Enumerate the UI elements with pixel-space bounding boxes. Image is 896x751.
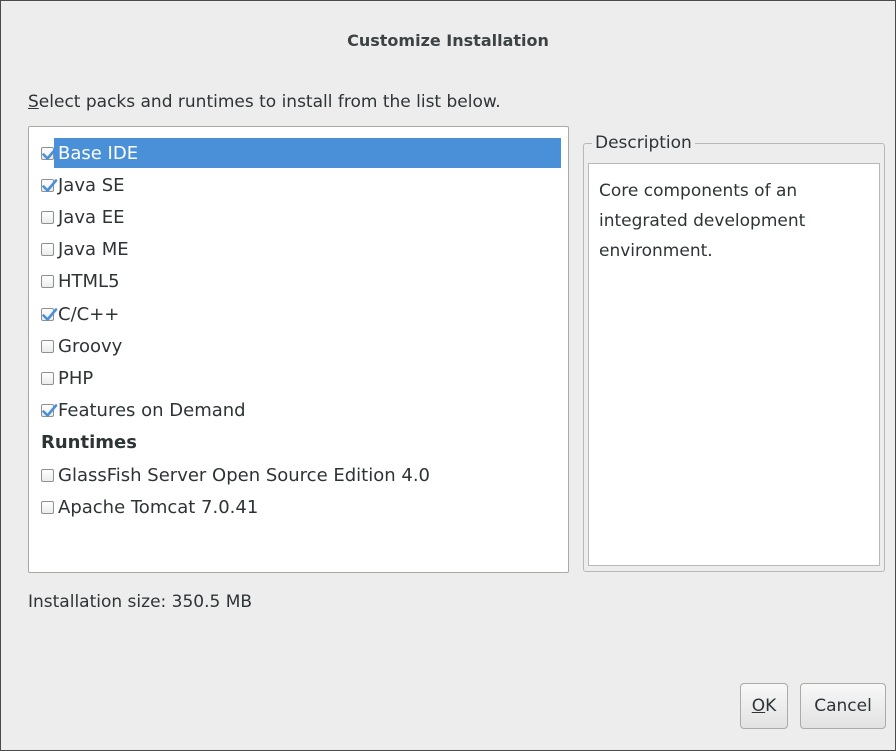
instruction-text: elect packs and runtimes to install from… <box>38 92 501 112</box>
list-item-label: Base IDE <box>58 142 139 164</box>
list-item-label-area: Java ME <box>54 235 135 265</box>
list-item-label-area: Java SE <box>54 170 131 200</box>
list-item-label: GlassFish Server Open Source Edition 4.0 <box>58 464 431 486</box>
checkmark-icon <box>42 404 58 417</box>
list-item-label: C/C++ <box>58 303 120 325</box>
list-item[interactable]: PHP <box>41 363 99 393</box>
list-item-label: PHP <box>58 367 94 389</box>
checkbox[interactable] <box>41 275 54 289</box>
list-item[interactable]: C/C++ <box>41 299 125 329</box>
list-item[interactable]: Java SE <box>41 170 131 200</box>
checkmark-icon <box>42 307 58 321</box>
checkbox[interactable] <box>41 404 58 418</box>
description-legend: Description <box>592 133 695 153</box>
list-item[interactable]: HTML5 <box>41 267 126 297</box>
list-item[interactable]: Java ME <box>41 235 135 265</box>
list-item-label: Java SE <box>58 174 125 196</box>
description-text: Core components of an integrated develop… <box>599 181 806 261</box>
dialog-title: Customize Installation <box>347 31 549 50</box>
runtimes-header: Runtimes <box>41 432 137 454</box>
checkmark-icon <box>42 146 58 160</box>
list-item-label-area: HTML5 <box>54 267 126 297</box>
checkbox[interactable] <box>41 468 54 482</box>
instruction-mnemonic: S <box>28 92 39 112</box>
list-item-label: Java EE <box>58 206 125 228</box>
description-box: Core components of an integrated develop… <box>588 163 880 566</box>
list-item[interactable]: Java EE <box>41 202 131 232</box>
list-item[interactable]: Base IDE <box>41 138 561 168</box>
list-item-label-area: C/C++ <box>54 299 125 329</box>
list-item-label-area: Groovy <box>54 331 128 361</box>
checkbox[interactable] <box>41 339 54 353</box>
list-item-label: Groovy <box>58 335 123 357</box>
list-item-label: HTML5 <box>58 271 120 293</box>
list-item-label-area: Features on Demand <box>54 396 252 426</box>
list-item[interactable]: Groovy <box>41 331 128 361</box>
list-item-label-area: Apache Tomcat 7.0.41 <box>54 492 264 522</box>
checkbox[interactable] <box>41 371 54 385</box>
list-item[interactable]: Features on Demand <box>41 396 252 426</box>
checkbox[interactable] <box>41 307 58 321</box>
list-item-label: Apache Tomcat 7.0.41 <box>58 496 259 518</box>
ok-button[interactable]: OK <box>740 683 788 729</box>
installation-size: Installation size: 350.5 MB <box>28 592 253 612</box>
list-item-label-area: Base IDE <box>54 138 561 168</box>
list-item-label-area: Java EE <box>54 202 131 232</box>
checkbox[interactable] <box>41 500 54 514</box>
checkbox[interactable] <box>41 243 54 257</box>
list-item-label-area: PHP <box>54 363 99 393</box>
list-item[interactable]: GlassFish Server Open Source Edition 4.0 <box>41 460 436 490</box>
checkbox[interactable] <box>41 210 54 224</box>
ok-mnemonic: O <box>751 696 766 716</box>
checkbox[interactable] <box>41 146 58 160</box>
packs-list[interactable]: Base IDE Java SE Java EE Java ME HTML5 C/C++ G… <box>28 126 569 573</box>
list-item-label: Java ME <box>58 239 129 261</box>
cancel-button[interactable]: Cancel <box>800 683 886 729</box>
ok-label-rest: K <box>765 696 777 716</box>
dialog-titlebar[interactable]: Customize Installation <box>1 1 895 79</box>
checkmark-icon <box>42 178 58 192</box>
list-item[interactable]: Apache Tomcat 7.0.41 <box>41 492 264 522</box>
list-item-label: Features on Demand <box>58 400 246 422</box>
instruction-label: Select packs and runtimes to install fro… <box>28 92 501 112</box>
list-item-label-area: GlassFish Server Open Source Edition 4.0 <box>54 460 436 490</box>
checkbox[interactable] <box>41 178 58 192</box>
